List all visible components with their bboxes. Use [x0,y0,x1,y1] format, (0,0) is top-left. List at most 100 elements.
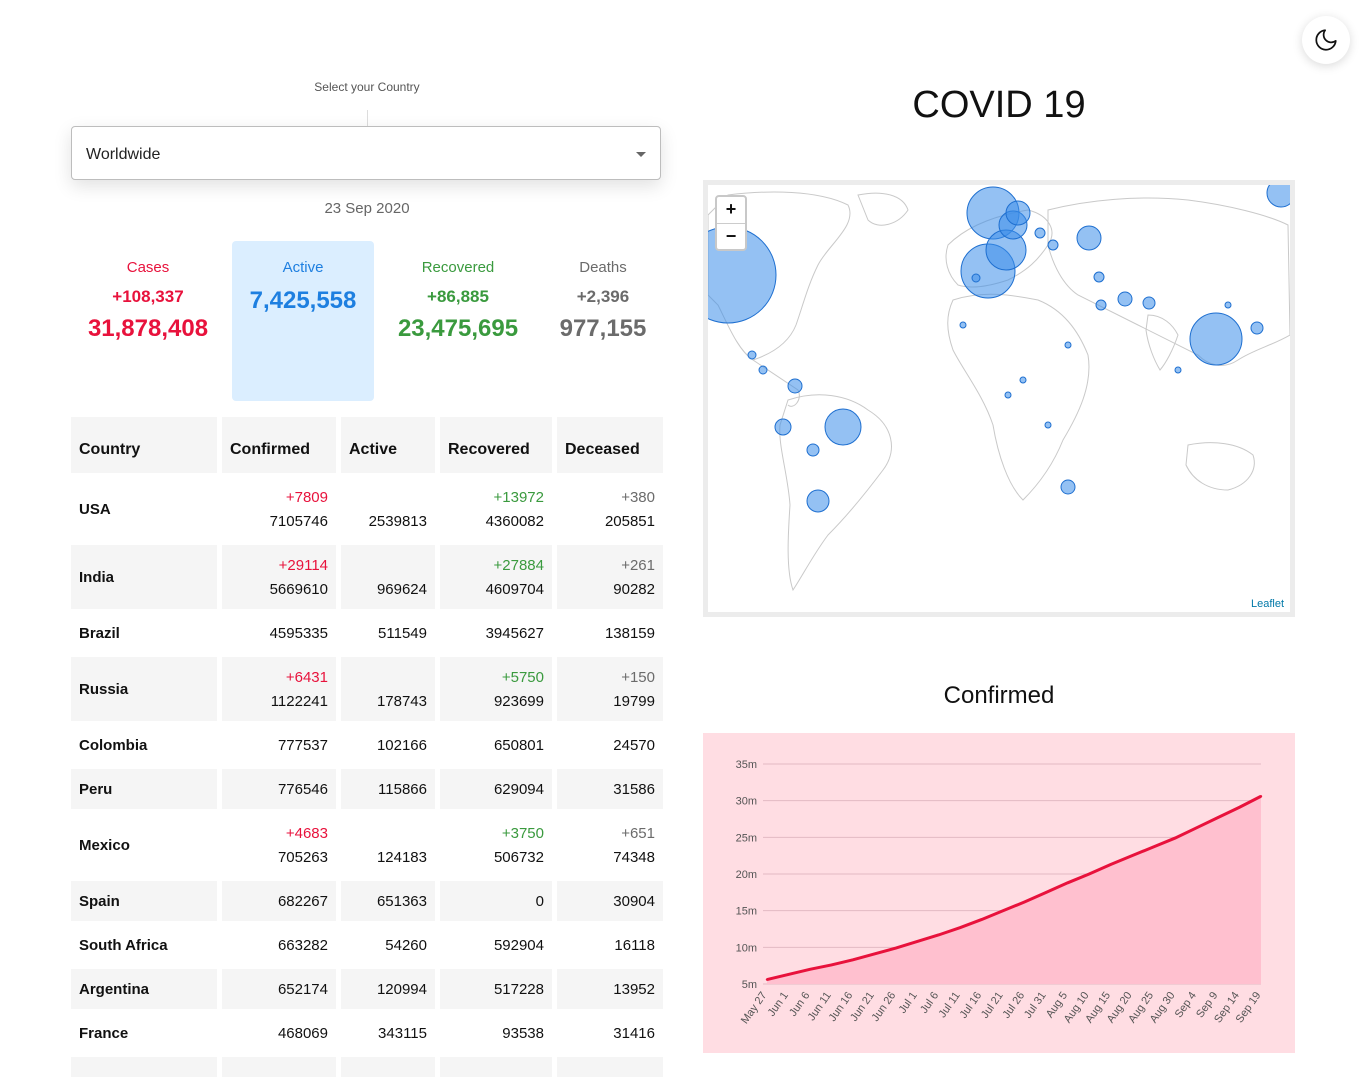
y-tick-label: 35m [736,759,757,771]
country-select-label: Select your Country [314,80,420,94]
data-point[interactable] [1259,795,1263,798]
map-bubble [1019,376,1027,384]
confirmed-value: 1122241 [270,693,328,710]
data-point[interactable] [1066,881,1069,884]
table-header-recovered[interactable]: Recovered [440,417,552,473]
data-point[interactable] [765,978,769,981]
confirmed-chart: 5m 10m 15m 20m 25m 30m 35m May 27 Jun 1 Jun 6 Jun … [703,733,1295,1053]
recovered-change: +3750 [501,825,544,842]
active-value: 54260 [385,937,427,954]
map-bubble [1064,341,1072,349]
data-point[interactable] [808,968,812,971]
stat-card-deaths[interactable]: Deaths +2,396 977,155 [532,241,674,401]
confirmed-change: +7809 [285,489,328,506]
data-point[interactable] [1130,854,1134,857]
table-row-partial [341,1057,435,1077]
table-header-deceased[interactable]: Deceased [557,417,663,473]
deceased-cell: 13952 [557,969,663,1009]
deceased-value: 90282 [613,581,655,598]
stat-total: 977,155 [559,315,647,342]
confirmed-value: 682267 [277,893,328,910]
map-bubble [787,378,803,394]
table-header-confirmed[interactable]: Confirmed [222,417,336,473]
confirmed-cell: +6431 1122241 [222,657,336,721]
leaflet-attribution-link[interactable]: Leaflet [1251,598,1284,610]
data-point[interactable] [1023,900,1026,904]
data-point[interactable] [1002,909,1005,912]
stat-total: 31,878,408 [87,315,209,342]
zoom-in-button[interactable]: + [717,197,745,224]
data-point[interactable] [980,918,983,921]
data-point[interactable] [1152,845,1155,849]
deceased-value: 30904 [613,893,655,910]
map-canvas[interactable] [708,185,1290,612]
y-tick-label: 30m [736,796,757,808]
table-header-active[interactable]: Active [341,417,435,473]
data-point[interactable] [830,963,833,967]
data-point[interactable] [959,926,962,929]
country-select[interactable]: Worldwide [71,126,661,180]
recovered-value: 3945627 [485,625,544,642]
recovered-cell: 3945627 [440,613,552,653]
data-point[interactable] [937,933,941,937]
zoom-out-button[interactable]: − [717,224,745,250]
active-cell: 969624 [341,545,435,609]
data-point[interactable] [1109,863,1112,866]
data-point[interactable] [787,973,790,976]
map-bubble [1189,312,1243,366]
x-tick-label: Sep 4 [1173,990,1199,1020]
data-point[interactable] [1173,836,1177,840]
deceased-cell: 16118 [557,925,663,965]
data-point[interactable] [851,958,855,961]
country-cell: Colombia [79,736,148,754]
recovered-cell: +13972 4360082 [440,477,552,541]
stat-card-recovered[interactable]: Recovered +86,885 23,475,695 [387,241,529,401]
deceased-value: 13952 [613,981,655,998]
y-tick-label: 5m [742,979,757,991]
recovered-change: +5750 [501,669,544,686]
confirmed-value: 663282 [277,937,328,954]
map-zoom-controls: + − [715,195,747,251]
confirmed-value: 4595335 [269,625,328,642]
data-point[interactable] [916,940,919,943]
caret-down-icon [636,152,646,157]
map-bubble [1047,239,1059,251]
data-point[interactable] [873,952,876,956]
map-bubble [747,350,757,360]
data-point[interactable] [894,946,898,950]
map-bubble [1004,391,1012,399]
recovered-change: +13972 [493,489,544,506]
active-cell: 2539813 [341,477,435,541]
chart-title: Confirmed [943,682,1055,709]
data-point[interactable] [1216,816,1220,819]
series-area [767,796,1261,984]
data-point[interactable] [1195,826,1198,829]
stat-card-active[interactable]: Active 7,425,558 [232,241,374,401]
map-bubble [1095,299,1107,311]
active-value: 969624 [376,581,427,598]
page-title: COVID 19 [912,84,1086,126]
world-map[interactable] [703,180,1295,617]
map-bubble [1044,421,1052,429]
confirmed-cell: 4595335 [222,613,336,653]
confirmed-cell: 652174 [222,969,336,1009]
recovered-cell: 93538 [440,1013,552,1053]
map-bubble [774,418,792,436]
data-point[interactable] [1045,891,1048,894]
recovered-value: 629094 [493,781,544,798]
country-cell: Spain [71,881,217,921]
recovered-value: 4609704 [485,581,544,598]
deceased-cell: +380 205851 [557,477,663,541]
stat-title: Cases [126,259,170,276]
divider [367,110,368,126]
table-header-country[interactable]: Country [71,417,217,473]
confirmed-value: 705263 [277,849,328,866]
data-point[interactable] [1087,872,1091,876]
theme-toggle-button[interactable] [1302,16,1350,64]
active-cell: 343115 [341,1013,435,1053]
confirmed-cell: 776546 [222,769,336,809]
data-point[interactable] [1238,806,1241,809]
stat-card-cases[interactable]: Cases +108,337 31,878,408 [77,241,219,401]
confirmed-value: 652174 [277,981,328,998]
deceased-value: 138159 [604,625,655,642]
